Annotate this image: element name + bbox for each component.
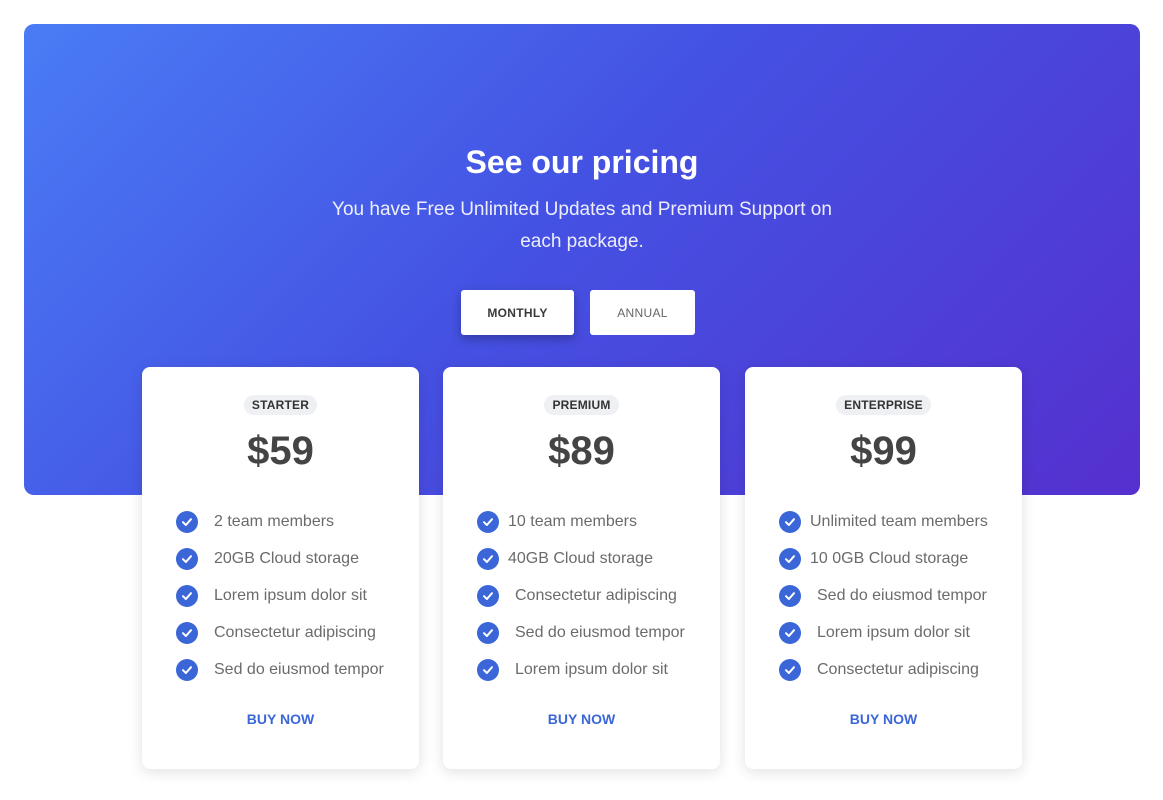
feature-item: Sed do eiusmod tempor — [176, 651, 409, 688]
annual-toggle-button[interactable]: ANNUAL — [590, 290, 695, 335]
pricing-card-premium: PREMIUM $89 10 team members 40GB Cloud s… — [443, 367, 720, 769]
plan-price: $99 — [850, 429, 917, 473]
feature-label: 20GB Cloud storage — [214, 549, 359, 567]
feature-label: Consectetur adipiscing — [214, 623, 376, 641]
plan-price: $59 — [247, 429, 314, 473]
pricing-card-starter: STARTER $59 2 team members 20GB Cloud st… — [142, 367, 419, 769]
check-circle-icon — [477, 547, 499, 570]
feature-label: 40GB Cloud storage — [508, 549, 653, 567]
buy-now-button-enterprise[interactable]: BUY NOW — [745, 711, 1022, 727]
page-title: See our pricing — [465, 144, 699, 180]
feature-item: 20GB Cloud storage — [176, 540, 409, 577]
plan-name-badge: PREMIUM — [544, 395, 619, 415]
check-circle-icon — [779, 658, 801, 681]
feature-item: Sed do eiusmod tempor — [477, 614, 710, 651]
feature-label: Unlimited team members — [810, 512, 988, 530]
check-circle-icon — [176, 510, 198, 533]
feature-list: 2 team members 20GB Cloud storage Lorem … — [176, 503, 409, 688]
check-circle-icon — [477, 658, 499, 681]
feature-item: Consectetur adipiscing — [779, 651, 1012, 688]
feature-label: Sed do eiusmod tempor — [214, 660, 384, 678]
feature-item: Lorem ipsum dolor sit — [779, 614, 1012, 651]
plan-name-badge: STARTER — [243, 395, 318, 415]
feature-item: 10 0GB Cloud storage — [779, 540, 1012, 577]
check-circle-icon — [477, 621, 499, 644]
buy-now-button-starter[interactable]: BUY NOW — [142, 711, 419, 727]
feature-label: Sed do eiusmod tempor — [515, 623, 685, 641]
check-circle-icon — [176, 621, 198, 644]
feature-item: Lorem ipsum dolor sit — [176, 577, 409, 614]
check-circle-icon — [176, 547, 198, 570]
feature-list: 10 team members 40GB Cloud storage Conse… — [477, 503, 710, 688]
feature-label: Lorem ipsum dolor sit — [515, 660, 668, 678]
check-circle-icon — [176, 584, 198, 607]
feature-item: 40GB Cloud storage — [477, 540, 710, 577]
feature-item: Sed do eiusmod tempor — [779, 577, 1012, 614]
feature-item: Unlimited team members — [779, 503, 1012, 540]
feature-item: 10 team members — [477, 503, 710, 540]
feature-label: Sed do eiusmod tempor — [817, 586, 987, 604]
pricing-card-enterprise: ENTERPRISE $99 Unlimited team members 10… — [745, 367, 1022, 769]
check-circle-icon — [477, 584, 499, 607]
check-circle-icon — [176, 658, 198, 681]
check-circle-icon — [779, 510, 801, 533]
feature-label: 2 team members — [214, 512, 335, 530]
check-circle-icon — [779, 621, 801, 644]
feature-label: 10 team members — [508, 512, 637, 530]
feature-item: Consectetur adipiscing — [477, 577, 710, 614]
feature-item: Lorem ipsum dolor sit — [477, 651, 710, 688]
feature-label: 10 0GB Cloud storage — [810, 549, 969, 567]
buy-now-button-premium[interactable]: BUY NOW — [443, 711, 720, 727]
feature-label: Consectetur adipiscing — [817, 660, 979, 678]
check-circle-icon — [477, 510, 499, 533]
feature-item: 2 team members — [176, 503, 409, 540]
feature-label: Lorem ipsum dolor sit — [214, 586, 367, 604]
monthly-toggle-button[interactable]: MONTHLY — [461, 290, 574, 335]
plan-price: $89 — [548, 429, 615, 473]
feature-label: Lorem ipsum dolor sit — [817, 623, 970, 641]
feature-list: Unlimited team members 10 0GB Cloud stor… — [779, 503, 1012, 688]
feature-item: Consectetur adipiscing — [176, 614, 409, 651]
plan-name-badge: ENTERPRISE — [836, 395, 931, 415]
feature-label: Consectetur adipiscing — [515, 586, 677, 604]
check-circle-icon — [779, 584, 801, 607]
page-subtitle: You have Free Unlimited Updates and Prem… — [332, 199, 832, 252]
check-circle-icon — [779, 547, 801, 570]
